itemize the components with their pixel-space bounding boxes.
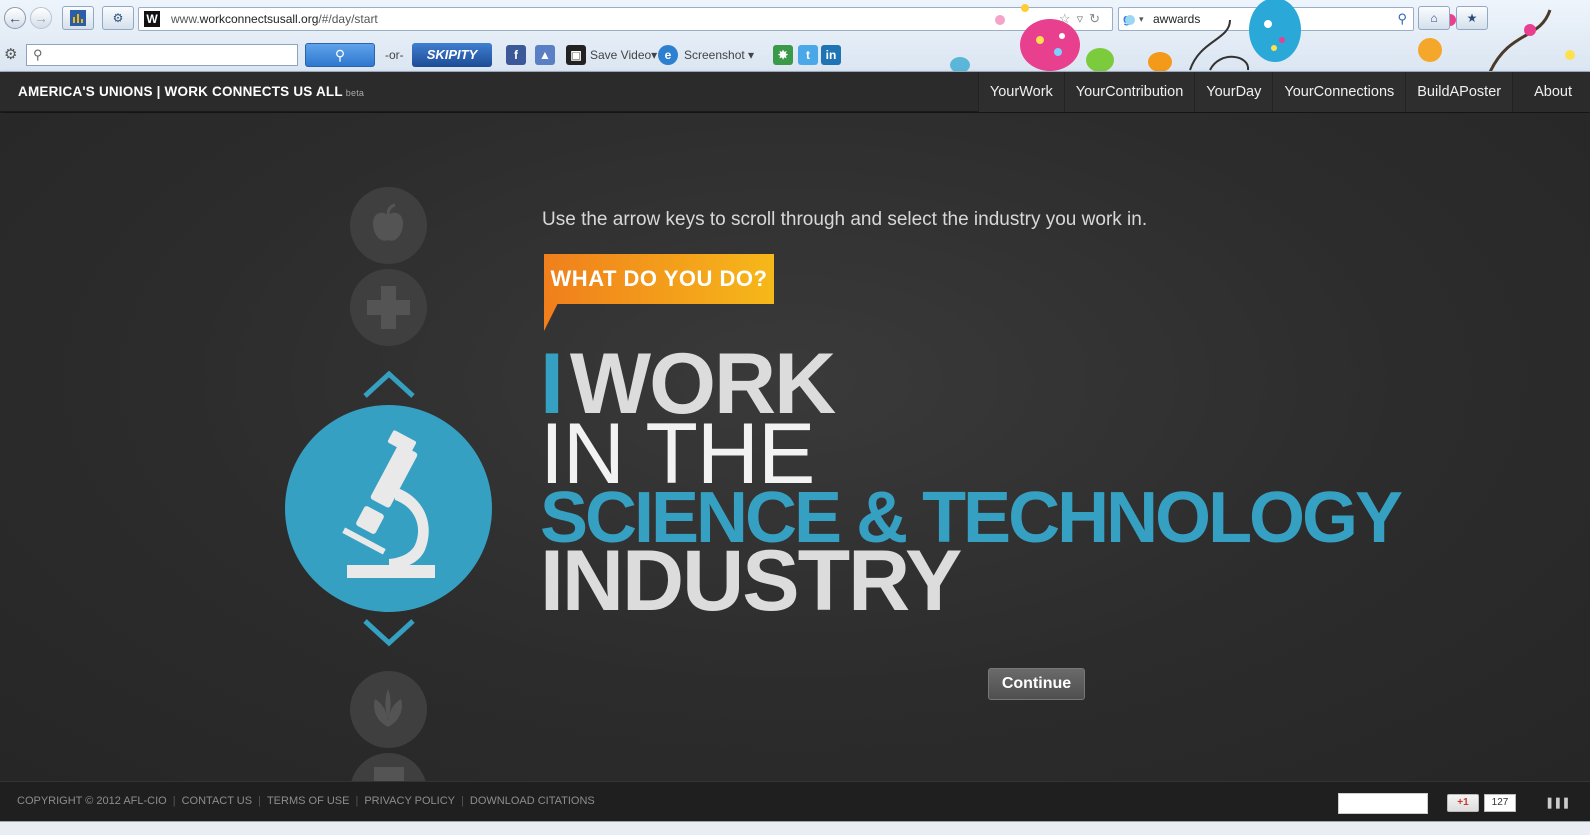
screenshot-button[interactable]: Screenshot ▾ xyxy=(684,48,754,62)
audio-bars-icon[interactable]: ❚❚❚ xyxy=(1545,796,1571,809)
forward-button[interactable]: → xyxy=(30,7,52,29)
industry-option-food[interactable] xyxy=(350,187,427,264)
selected-industry[interactable] xyxy=(285,405,492,612)
url-prefix: www. xyxy=(171,12,200,26)
bar-chart-icon[interactable] xyxy=(62,6,94,30)
nav-yourday[interactable]: YourDay xyxy=(1194,72,1273,112)
chevron-down-icon[interactable] xyxy=(362,618,416,648)
badge-tail xyxy=(544,303,558,331)
site-header: AMERICA'S UNIONS | WORK CONNECTS US ALL b… xyxy=(0,72,1590,112)
beta-label: beta xyxy=(345,88,365,98)
nav-yourwork[interactable]: YourWork xyxy=(977,72,1064,112)
url-host: workconnectsusall.org xyxy=(199,12,319,26)
continue-button[interactable]: Continue xyxy=(988,668,1085,700)
footer-link-citations[interactable]: DOWNLOAD CITATIONS xyxy=(470,795,595,807)
separator: | xyxy=(355,795,359,807)
bookmarks-icon[interactable]: ★ xyxy=(1456,6,1488,30)
industry-selector-stage: Use the arrow keys to scroll through and… xyxy=(0,113,1590,830)
industry-headline: IWORK IN THE SCIENCE & TECHNOLOGY INDUST… xyxy=(540,335,1403,629)
gplus-label: +1 xyxy=(1457,797,1469,808)
browser-chrome: ← → ⚙ W www.workconnectsusall.org/#/day/… xyxy=(0,0,1590,72)
microscope-icon xyxy=(342,430,435,578)
url-text[interactable]: www.workconnectsusall.org/#/day/start xyxy=(171,8,378,30)
url-path: /#/day/start xyxy=(318,12,378,26)
footer-link-contact[interactable]: CONTACT US xyxy=(182,795,253,807)
main-nav: YourWork YourContribution YourDay YourCo… xyxy=(977,72,1590,112)
google-plus-count: 127 xyxy=(1484,794,1516,812)
leaf-icon xyxy=(374,689,402,727)
nav-about[interactable]: About xyxy=(1512,72,1590,112)
twitter-icon[interactable]: t xyxy=(798,45,818,65)
screenshot-label: Screenshot xyxy=(684,48,745,62)
easter-theme-artwork xyxy=(930,0,1590,71)
separator: | xyxy=(172,795,176,807)
save-video-icon[interactable]: ▣ xyxy=(566,45,586,65)
back-button[interactable]: ← xyxy=(4,7,26,29)
nav-yourcontribution[interactable]: YourContribution xyxy=(1063,72,1195,112)
industry-option-health[interactable] xyxy=(350,269,427,346)
puzzle-icon[interactable]: ✸ xyxy=(773,45,793,65)
what-do-you-do-badge: WHAT DO YOU DO? xyxy=(544,254,774,304)
nav-buildaposter[interactable]: BuildAPoster xyxy=(1405,72,1513,112)
save-video-label: Save Video xyxy=(590,48,652,62)
toolbar-search-input[interactable]: ⚲ xyxy=(26,44,298,66)
thumbs-up-icon[interactable]: ▲ xyxy=(535,45,555,65)
separator: | xyxy=(461,795,464,807)
site-footer: COPYRIGHT © 2012 AFL-CIO | CONTACT US | … xyxy=(0,781,1590,821)
addon-icon[interactable]: ⚙ xyxy=(102,6,134,30)
or-label: -or- xyxy=(385,48,404,62)
skipity-button[interactable]: SKIPITY xyxy=(412,43,492,67)
nav-yourconnections[interactable]: YourConnections xyxy=(1272,72,1406,112)
medical-cross-icon xyxy=(367,286,410,329)
home-icon[interactable]: ⌂ xyxy=(1418,6,1450,30)
headline-industry: INDUSTRY xyxy=(540,533,962,629)
search-icon: ⚲ xyxy=(334,47,346,63)
browser-status-bar xyxy=(0,821,1590,835)
save-video-button[interactable]: Save Video▾ xyxy=(590,48,657,62)
screenshot-icon[interactable]: e xyxy=(658,45,678,65)
site-favicon: W xyxy=(144,11,160,27)
industry-option-agriculture[interactable] xyxy=(350,671,427,748)
footer-link-privacy[interactable]: PRIVACY POLICY xyxy=(364,795,455,807)
site-brand[interactable]: AMERICA'S UNIONS | WORK CONNECTS US ALL b… xyxy=(18,84,364,99)
footer-link-terms[interactable]: TERMS OF USE xyxy=(267,795,350,807)
copyright-text: COPYRIGHT © 2012 AFL-CIO xyxy=(17,795,167,807)
linkedin-icon[interactable]: in xyxy=(821,45,841,65)
chevron-up-icon[interactable] xyxy=(362,369,416,399)
wrench-icon[interactable]: ⚙ xyxy=(4,45,17,71)
instructions-text: Use the arrow keys to scroll through and… xyxy=(542,209,1148,230)
facebook-like-widget[interactable] xyxy=(1338,793,1428,814)
google-plus-button[interactable]: +1 xyxy=(1447,794,1479,812)
brand-title: AMERICA'S UNIONS | WORK CONNECTS US ALL xyxy=(18,84,343,99)
badge-text: WHAT DO YOU DO? xyxy=(550,266,768,291)
apple-icon xyxy=(372,203,404,241)
toolbar-search-button[interactable]: ⚲ xyxy=(305,43,375,67)
facebook-icon[interactable]: f xyxy=(506,45,526,65)
footer-links: COPYRIGHT © 2012 AFL-CIO | CONTACT US | … xyxy=(17,795,601,807)
separator: | xyxy=(258,795,261,807)
